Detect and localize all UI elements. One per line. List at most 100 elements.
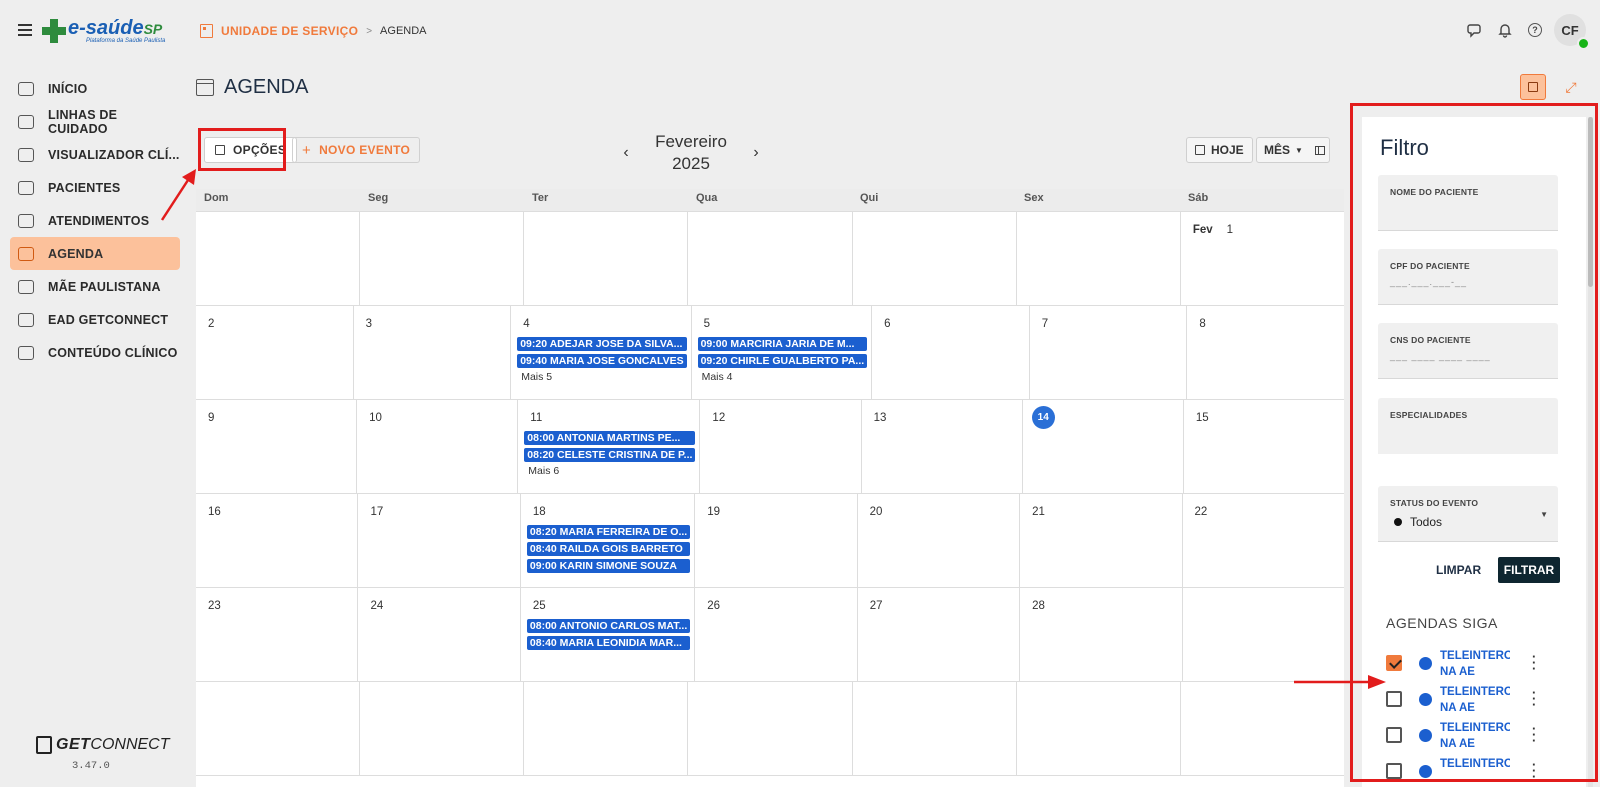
calendar-toolbar: OPÇÕES + NOVO EVENTO ‹ Fevereiro 2025 › H… xyxy=(196,130,1336,176)
calendar-day[interactable] xyxy=(524,212,689,305)
calendar-day[interactable]: 23 xyxy=(196,588,359,681)
options-button[interactable]: OPÇÕES xyxy=(204,137,298,163)
calendar-day[interactable]: 21 xyxy=(1020,494,1183,587)
calendar-day[interactable] xyxy=(688,682,853,775)
avatar[interactable]: CF xyxy=(1554,14,1590,50)
logo-cross-icon xyxy=(42,19,66,43)
sidebar-item-ead-getconnect[interactable]: EAD GETCONNECT xyxy=(10,303,180,336)
day-number-text: 14 xyxy=(1037,412,1049,423)
calendar-event[interactable]: 09:00 MARCIRIA JARIA DE M... xyxy=(697,337,868,351)
sidebar-item-linhas-de-cuidado[interactable]: LINHAS DE CUIDADO xyxy=(10,105,180,138)
calendar-day[interactable] xyxy=(1017,682,1181,775)
day-number: 18 xyxy=(525,500,690,522)
breadcrumb-separator: > xyxy=(366,25,373,37)
calendar-day[interactable]: 16 xyxy=(196,494,359,587)
calendar-day[interactable] xyxy=(853,212,1017,305)
calendar-day[interactable] xyxy=(196,212,361,305)
calendar-day[interactable]: 3 xyxy=(354,306,512,399)
calendar-day[interactable]: 11 08:00 ANTONIA MARTINS PE... 08:20 CELES… xyxy=(518,400,701,493)
sidebar-item-agenda[interactable]: AGENDA xyxy=(10,237,180,270)
calendar-view-button[interactable] xyxy=(1520,74,1546,100)
options-label: OPÇÕES xyxy=(233,143,287,157)
calendar-day[interactable]: 6 xyxy=(872,306,1030,399)
calendar-day[interactable]: 24 xyxy=(358,588,521,681)
more-events-link[interactable]: Mais 5 xyxy=(521,371,686,383)
day-number-text: 3 xyxy=(365,318,373,330)
prev-month-button[interactable]: ‹ xyxy=(616,144,636,162)
getconnect-logo: GET CONNECT xyxy=(36,736,170,754)
day-number-text: 24 xyxy=(370,600,384,612)
sidebar-item-mae-paulistana[interactable]: MÃE PAULISTANA xyxy=(10,270,180,303)
calendar-day[interactable] xyxy=(360,212,525,305)
calendar-event[interactable]: 08:40 RAILDA GOIS BARRETO xyxy=(526,542,691,556)
view-select[interactable]: MÊS ▼ xyxy=(1256,137,1330,163)
calendar-day[interactable]: 12 xyxy=(700,400,862,493)
calendar-day[interactable] xyxy=(196,682,361,775)
next-month-button[interactable]: › xyxy=(746,144,766,162)
more-events-link[interactable]: Mais 4 xyxy=(702,371,868,383)
calendar-day[interactable]: 14 xyxy=(1023,400,1184,493)
new-event-button[interactable]: + NOVO EVENTO xyxy=(292,137,421,163)
calendar-day[interactable] xyxy=(1183,588,1344,681)
calendar-day[interactable]: 4 09:20 ADEJAR JOSE DA SILVA... 09:40 MARI… xyxy=(511,306,692,399)
calendar-day[interactable] xyxy=(688,212,853,305)
calendar-day[interactable]: 26 xyxy=(695,588,858,681)
calendar-day[interactable] xyxy=(853,682,1017,775)
calendar-day[interactable]: 20 xyxy=(858,494,1021,587)
calendar-day[interactable]: 5 09:00 MARCIRIA JARIA DE M... 09:20 CHIRL… xyxy=(692,306,873,399)
calendar-event[interactable]: 08:40 MARIA LEONIDIA MAR... xyxy=(526,636,691,650)
calendar-event[interactable]: 08:00 ANTONIA MARTINS PE... xyxy=(524,431,696,445)
calendar-day[interactable]: 8 xyxy=(1187,306,1344,399)
day-number-text: 12 xyxy=(712,412,726,424)
chat-icon[interactable] xyxy=(1460,15,1490,45)
today-button[interactable]: HOJE xyxy=(1186,137,1253,163)
breadcrumb-root[interactable]: UNIDADE DE SERVIÇO xyxy=(221,24,358,38)
calendar-day[interactable]: 19 xyxy=(695,494,858,587)
calendar-day[interactable]: 27 xyxy=(858,588,1021,681)
weekday-label: Sáb xyxy=(1188,192,1209,204)
sidebar-item-visualizador-clinico[interactable]: VISUALIZADOR CLÍ... xyxy=(10,138,180,171)
sidebar-item-inicio[interactable]: INÍCIO xyxy=(10,72,180,105)
calendar-day[interactable]: 17 xyxy=(358,494,521,587)
calendar-event[interactable]: 09:00 KARIN SIMONE SOUZA xyxy=(526,559,691,573)
top-icons: ? CF xyxy=(1460,14,1600,50)
calendar-day[interactable] xyxy=(1181,682,1344,775)
sidebar-item-label: AGENDA xyxy=(48,246,104,261)
calendar-day[interactable] xyxy=(1017,212,1181,305)
calendar-day[interactable]: 18 08:20 MARIA FERREIRA DE O... 08:40 RAIL… xyxy=(521,494,696,587)
more-events-link[interactable]: Mais 6 xyxy=(528,465,695,477)
calendar-event[interactable]: 08:20 MARIA FERREIRA DE O... xyxy=(526,525,691,539)
calendar-day[interactable]: 28 xyxy=(1020,588,1183,681)
calendar-day[interactable] xyxy=(524,682,689,775)
sidebar-item-conteudo-clinico[interactable]: CONTEÚDO CLÍNICO xyxy=(10,336,180,369)
calendar-day[interactable]: 13 xyxy=(862,400,1023,493)
calendar-day[interactable]: 15 xyxy=(1184,400,1344,493)
sidebar-item-atendimentos[interactable]: ATENDIMENTOS xyxy=(10,204,180,237)
calendar-day[interactable]: 2 xyxy=(196,306,354,399)
sidebar-item-label: MÃE PAULISTANA xyxy=(48,279,161,294)
sidebar-item-pacientes[interactable]: PACIENTES xyxy=(10,171,180,204)
calendar-day[interactable]: 7 xyxy=(1030,306,1188,399)
users-icon xyxy=(18,180,34,195)
calendar-event[interactable]: 08:20 CELESTE CRISTINA DE P... xyxy=(524,448,696,462)
bell-icon[interactable] xyxy=(1490,15,1520,45)
help-icon[interactable]: ? xyxy=(1520,15,1550,45)
fullscreen-button[interactable]: ⤢ xyxy=(1558,74,1584,100)
calendar-day[interactable]: 10 xyxy=(357,400,519,493)
calendar-event[interactable]: 09:40 MARIA JOSE GONCALVES xyxy=(517,354,687,368)
app-logo[interactable]: e-saúdeSP Plataforma da Saúde Paulista xyxy=(42,18,165,44)
calendar-day[interactable]: 9 xyxy=(196,400,358,493)
calendar-day[interactable]: 25 08:00 ANTONIO CARLOS MAT... 08:40 MARIA… xyxy=(521,588,696,681)
page-title-text: AGENDA xyxy=(224,76,309,98)
day-number: 28 xyxy=(1024,594,1177,616)
calendar-event[interactable]: 09:20 ADEJAR JOSE DA SILVA... xyxy=(517,337,687,351)
calendar-event[interactable]: 09:20 CHIRLE GUALBERTO PA... xyxy=(697,354,868,368)
menu-icon[interactable] xyxy=(18,24,32,36)
day-number-text: 17 xyxy=(370,506,384,518)
calendar-event[interactable]: 08:00 ANTONIO CARLOS MAT... xyxy=(526,619,691,633)
calendar-day[interactable] xyxy=(360,682,525,775)
logo-subtitle: Plataforma da Saúde Paulista xyxy=(86,38,166,44)
day-number-text: 19 xyxy=(707,506,721,518)
calendar-day[interactable]: Fev 1 xyxy=(1181,212,1344,305)
calendar-day[interactable]: 22 xyxy=(1183,494,1344,587)
